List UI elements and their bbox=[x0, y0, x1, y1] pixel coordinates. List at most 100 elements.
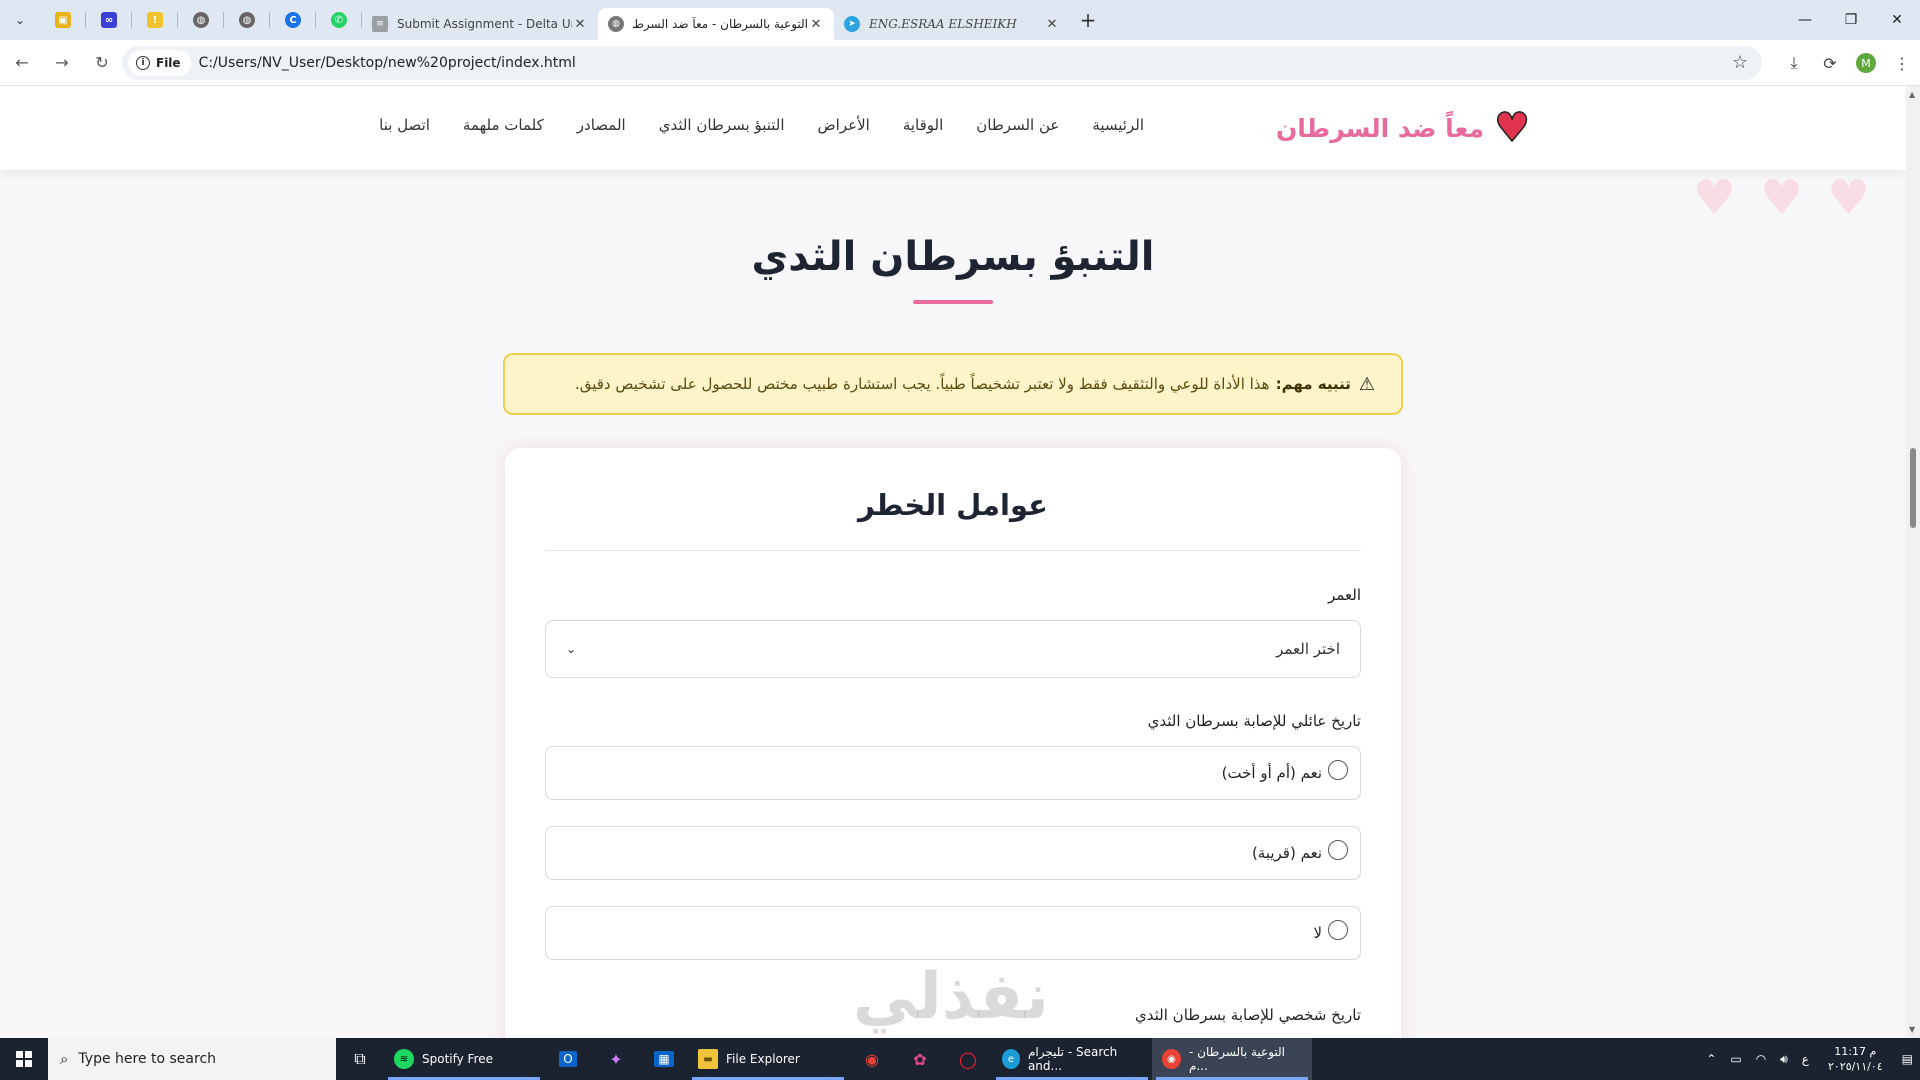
search-placeholder: Type here to search bbox=[78, 1051, 217, 1067]
radio-button[interactable] bbox=[1328, 760, 1348, 780]
new-tab-button[interactable]: + bbox=[1070, 0, 1106, 40]
nav-symptoms[interactable]: الأعراض bbox=[818, 116, 870, 134]
scroll-down-icon[interactable]: ▼ bbox=[1909, 1025, 1915, 1034]
brand-name: معاً ضد السرطان bbox=[1275, 113, 1485, 143]
radio-button[interactable] bbox=[1328, 920, 1348, 940]
language-indicator[interactable]: ع bbox=[1795, 1052, 1816, 1066]
meet-now-icon[interactable]: ▭ bbox=[1723, 1052, 1748, 1066]
app-icon[interactable]: ✿ bbox=[896, 1038, 944, 1080]
clock-time: 11:17 م bbox=[1834, 1045, 1877, 1058]
chrome-icon[interactable]: ◉ bbox=[848, 1038, 896, 1080]
restore-icon[interactable]: ❐ bbox=[1828, 0, 1874, 40]
globe-icon: ◍ bbox=[608, 16, 624, 32]
heart-icon: ♥ bbox=[1826, 170, 1870, 226]
chrome-icon: ◉ bbox=[1162, 1049, 1182, 1069]
divider bbox=[545, 550, 1361, 551]
task-view-icon[interactable]: ⧉ bbox=[336, 1038, 384, 1080]
app-label: File Explorer bbox=[726, 1052, 800, 1066]
pinned-tab-7[interactable]: ✆ bbox=[316, 0, 362, 40]
family-option-relative[interactable]: نعم (قريبة) bbox=[545, 826, 1361, 880]
taskbar-spotify[interactable]: ≋ Spotify Free bbox=[384, 1038, 544, 1080]
search-icon: ⌕ bbox=[60, 1050, 69, 1068]
chevron-up-icon[interactable]: ⌃ bbox=[1699, 1052, 1723, 1066]
notifications-icon[interactable]: ▤ bbox=[1895, 1052, 1920, 1066]
nav-contact[interactable]: اتصل بنا bbox=[379, 116, 430, 134]
tab-cancer-awareness[interactable]: ◍ التوعية بالسرطان - معاً ضد السرطا ✕ bbox=[598, 8, 834, 40]
globe-icon: ◍ bbox=[193, 12, 209, 28]
pinned-tab-5[interactable]: ◍ bbox=[224, 0, 270, 40]
spotify-icon: ≋ bbox=[394, 1049, 414, 1069]
window-controls: — ❐ ✕ bbox=[1782, 0, 1920, 40]
volume-icon[interactable]: 🔊︎ bbox=[1773, 1052, 1795, 1067]
site-info-chip[interactable]: i File bbox=[128, 50, 191, 76]
bookmark-star-icon[interactable]: ☆ bbox=[1732, 52, 1748, 73]
scrollbar-thumb[interactable] bbox=[1910, 448, 1916, 528]
option-label: نعم (قريبة) bbox=[1251, 844, 1322, 862]
copilot-icon[interactable]: ✦ bbox=[592, 1038, 640, 1080]
profile-avatar[interactable]: M bbox=[1856, 53, 1876, 73]
pinned-tab-6[interactable]: C bbox=[270, 0, 316, 40]
app-label: التوعية بالسرطان - م... bbox=[1189, 1045, 1286, 1073]
chevron-down-icon: ⌄ bbox=[566, 642, 577, 656]
start-button[interactable] bbox=[0, 1038, 48, 1080]
reload-button[interactable]: ↻ bbox=[84, 45, 120, 81]
tab-telegram[interactable]: ➤ ENG.ESRAA ELSHEIKH ✕ bbox=[834, 8, 1070, 40]
option-label: نعم (أم أو أخت) bbox=[1221, 764, 1322, 782]
taskbar-edge[interactable]: e تليجرام - Search and... bbox=[992, 1038, 1152, 1080]
taskbar-chrome-active[interactable]: ◉ التوعية بالسرطان - م... bbox=[1152, 1038, 1312, 1080]
pinned-tab-1[interactable]: ▣ bbox=[40, 0, 86, 40]
browser-tab-bar: ⌄ ▣ ∞ ! ◍ ◍ C ✆ ≡ Submit Assignment - De… bbox=[0, 0, 1920, 40]
pinned-tab-2[interactable]: ∞ bbox=[86, 0, 132, 40]
radio-button[interactable] bbox=[1328, 840, 1348, 860]
watermark: نفذلي bbox=[853, 960, 1049, 1034]
c-logo-icon: C bbox=[285, 12, 301, 28]
page-scrollbar[interactable]: ▲ ▼ bbox=[1906, 86, 1920, 1038]
back-button[interactable]: ← bbox=[4, 45, 40, 81]
taskbar-search[interactable]: ⌕ Type here to search bbox=[48, 1038, 336, 1080]
forward-button[interactable]: → bbox=[44, 45, 80, 81]
age-select[interactable]: اختر العمر ⌄ bbox=[545, 620, 1361, 678]
family-option-no[interactable]: لا bbox=[545, 906, 1361, 960]
family-option-mother-sister[interactable]: نعم (أم أو أخت) bbox=[545, 746, 1361, 800]
wifi-icon[interactable]: ◠ bbox=[1749, 1052, 1773, 1066]
section-title: التنبؤ بسرطان الثدي bbox=[751, 234, 1155, 280]
site-logo[interactable]: ♥ معاً ضد السرطان bbox=[1275, 107, 1531, 149]
tab-title: Submit Assignment - Delta Uni bbox=[397, 17, 572, 31]
tab-search-button[interactable]: ⌄ bbox=[0, 0, 40, 40]
nav-prediction[interactable]: التنبؤ بسرطان الثدي bbox=[659, 116, 785, 134]
age-select-value: اختر العمر bbox=[1276, 640, 1340, 658]
store-icon[interactable]: ▦ bbox=[640, 1038, 688, 1080]
close-window-icon[interactable]: ✕ bbox=[1874, 0, 1920, 40]
minimize-icon[interactable]: — bbox=[1782, 0, 1828, 40]
close-icon[interactable]: ✕ bbox=[1044, 17, 1060, 32]
risk-factors-card: عوامل الخطر العمر اختر العمر ⌄ تاريخ عائ… bbox=[505, 448, 1401, 1038]
nav-inspiring-words[interactable]: كلمات ملهمة bbox=[463, 116, 544, 134]
clock[interactable]: 11:17 م ٢٠٢٥/١١/٠٤ bbox=[1816, 1044, 1895, 1074]
close-icon[interactable]: ✕ bbox=[808, 17, 824, 32]
nav-home[interactable]: الرئيسية bbox=[1092, 116, 1144, 134]
extension-icon[interactable]: ⟳ bbox=[1812, 45, 1848, 81]
nav-about-cancer[interactable]: عن السرطان bbox=[976, 116, 1059, 134]
windows-logo-icon bbox=[16, 1051, 32, 1067]
url-text[interactable]: C:/Users/NV_User/Desktop/new%20project/i… bbox=[199, 55, 576, 71]
scroll-up-icon[interactable]: ▲ bbox=[1909, 90, 1915, 99]
address-bar[interactable]: i File C:/Users/NV_User/Desktop/new%20pr… bbox=[122, 46, 1762, 80]
info-icon: i bbox=[136, 56, 150, 70]
tab-submit-assignment[interactable]: ≡ Submit Assignment - Delta Uni ✕ bbox=[362, 8, 598, 40]
pinned-tab-3[interactable]: ! bbox=[132, 0, 178, 40]
browser-toolbar: ← → ↻ i File C:/Users/NV_User/Desktop/ne… bbox=[0, 40, 1920, 86]
outlook-icon[interactable]: O bbox=[544, 1038, 592, 1080]
menu-icon[interactable]: ⋮ bbox=[1884, 45, 1920, 81]
opera-icon[interactable]: ◯ bbox=[944, 1038, 992, 1080]
taskbar-file-explorer[interactable]: ▬ File Explorer bbox=[688, 1038, 848, 1080]
document-icon: ≡ bbox=[372, 16, 388, 32]
app-label: تليجرام - Search and... bbox=[1027, 1045, 1118, 1073]
nav-resources[interactable]: المصادر bbox=[577, 116, 626, 134]
system-tray: ⌃ ▭ ◠ 🔊︎ ع 11:17 م ٢٠٢٥/١١/٠٤ ▤ bbox=[1699, 1038, 1920, 1080]
close-icon[interactable]: ✕ bbox=[572, 17, 588, 32]
decorative-hearts: ♥ ♥ ♥ bbox=[1693, 170, 1870, 226]
download-icon[interactable]: ⤓ bbox=[1776, 45, 1812, 81]
windows-taskbar: ⌕ Type here to search ⧉ ≋ Spotify Free O… bbox=[0, 1038, 1920, 1080]
nav-prevention[interactable]: الوقاية bbox=[903, 116, 943, 134]
pinned-tab-4[interactable]: ◍ bbox=[178, 0, 224, 40]
